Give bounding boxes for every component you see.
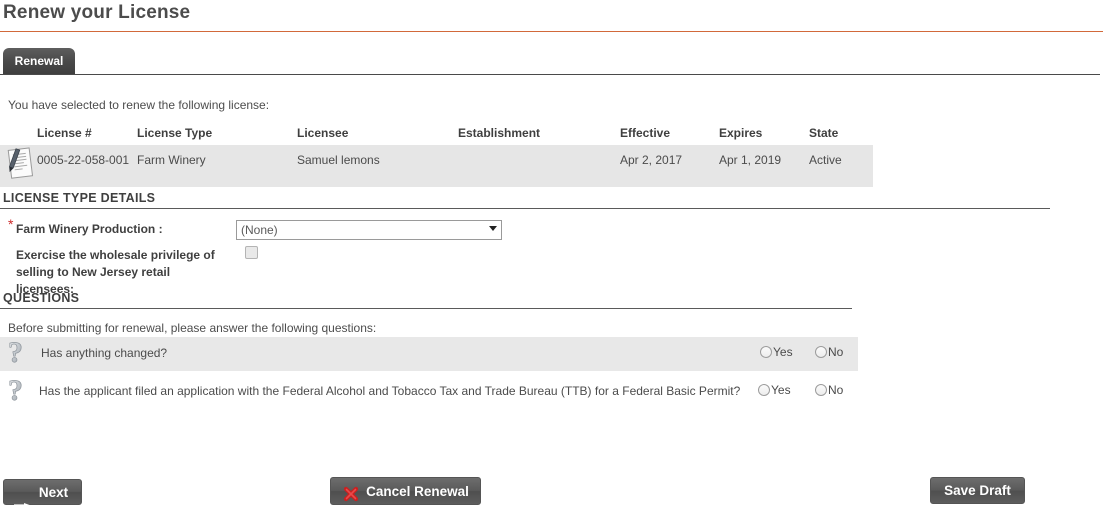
radio-no-label: No bbox=[828, 383, 844, 397]
svg-text:?: ? bbox=[8, 336, 23, 369]
section-divider-license-type-details bbox=[0, 208, 1050, 209]
page-header: Renew your License bbox=[0, 0, 1107, 33]
cell-state: Active bbox=[809, 153, 842, 167]
selection-intro-text: You have selected to renew the following… bbox=[8, 98, 270, 112]
title-divider bbox=[0, 31, 1103, 32]
column-header-expires: Expires bbox=[719, 126, 763, 140]
column-header-state: State bbox=[809, 126, 839, 140]
close-x-icon bbox=[343, 484, 359, 502]
arrow-right-icon bbox=[14, 491, 31, 508]
cancel-renewal-button[interactable]: Cancel Renewal bbox=[330, 477, 481, 505]
question-mark-icon: ? bbox=[6, 373, 32, 409]
question-row: ? Has anything changed? Yes No bbox=[0, 335, 858, 371]
column-header-establishment: Establishment bbox=[458, 126, 541, 140]
next-button-label: Next bbox=[38, 485, 69, 500]
column-header-effective: Effective bbox=[620, 126, 671, 140]
next-button[interactable]: Next bbox=[3, 479, 82, 508]
radio-yes[interactable]: Yes bbox=[760, 345, 793, 359]
column-header-license-type: License Type bbox=[137, 126, 213, 140]
cell-license-number: 0005-22-058-001 bbox=[37, 153, 130, 167]
section-divider-questions bbox=[0, 308, 852, 309]
table-header-row: License # License Type Licensee Establis… bbox=[0, 126, 890, 145]
farm-winery-production-select[interactable]: (None) bbox=[236, 220, 502, 240]
cancel-renewal-button-label: Cancel Renewal bbox=[366, 484, 469, 499]
radio-yes-circle[interactable] bbox=[758, 384, 770, 396]
radio-yes[interactable]: Yes bbox=[758, 383, 791, 397]
cell-license-type: Farm Winery bbox=[137, 153, 206, 167]
question-text: Has anything changed? bbox=[41, 346, 168, 360]
save-draft-button-label: Save Draft bbox=[944, 483, 1011, 498]
farm-winery-production-label: Farm Winery Production : bbox=[16, 222, 163, 236]
radio-yes-circle[interactable] bbox=[760, 346, 772, 358]
document-pen-icon[interactable] bbox=[6, 146, 36, 182]
cell-licensee: Samuel lemons bbox=[297, 153, 380, 167]
question-mark-icon: ? bbox=[6, 335, 32, 371]
table-row[interactable]: 0005-22-058-001 Farm Winery Samuel lemon… bbox=[0, 145, 873, 187]
wholesale-privilege-checkbox[interactable] bbox=[245, 246, 258, 259]
question-row: ? Has the applicant filed an application… bbox=[0, 373, 858, 409]
radio-yes-label: Yes bbox=[773, 345, 793, 359]
cell-expires: Apr 1, 2019 bbox=[719, 153, 782, 167]
section-heading-license-type-details: LICENSE TYPE DETAILS bbox=[3, 191, 156, 205]
radio-no-circle[interactable] bbox=[815, 384, 827, 396]
license-table: License # License Type Licensee Establis… bbox=[0, 126, 890, 187]
questions-intro-text: Before submitting for renewal, please an… bbox=[8, 321, 377, 335]
required-asterisk: * bbox=[8, 216, 14, 232]
radio-no-label: No bbox=[828, 345, 844, 359]
radio-no-circle[interactable] bbox=[815, 346, 827, 358]
cell-effective: Apr 2, 2017 bbox=[620, 153, 683, 167]
column-header-license-number: License # bbox=[37, 126, 92, 140]
radio-no[interactable]: No bbox=[815, 345, 843, 359]
radio-no[interactable]: No bbox=[815, 383, 843, 397]
tab-bar: Renewal bbox=[0, 48, 1107, 76]
tab-renewal[interactable]: Renewal bbox=[3, 48, 75, 74]
page-title: Renew your License bbox=[3, 2, 191, 23]
question-text: Has the applicant filed an application w… bbox=[39, 384, 741, 398]
radio-yes-label: Yes bbox=[771, 383, 791, 397]
column-header-licensee: Licensee bbox=[297, 126, 349, 140]
save-draft-button[interactable]: Save Draft bbox=[930, 477, 1025, 504]
tab-bar-divider bbox=[0, 74, 1100, 75]
section-heading-questions: QUESTIONS bbox=[3, 291, 80, 305]
svg-text:?: ? bbox=[8, 374, 23, 407]
